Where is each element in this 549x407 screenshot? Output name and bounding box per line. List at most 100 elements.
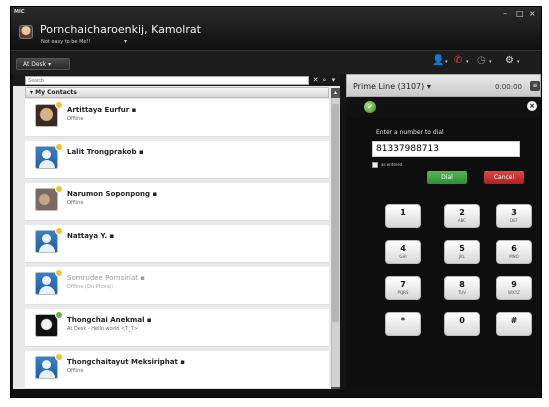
minimize-button[interactable]: –	[503, 9, 507, 18]
keypad-key[interactable]: #	[496, 312, 532, 336]
keypad-key[interactable]: 7 PQRS	[385, 276, 421, 300]
key-letters: PQRS	[397, 290, 409, 295]
keypad-key[interactable]: 4 GHI	[385, 240, 421, 264]
line-selector[interactable]: Prime Line (3107) ▾	[353, 82, 431, 91]
search-input[interactable]	[25, 76, 309, 85]
contacts-caret-icon: ▾	[445, 59, 448, 65]
key-letters: TUV	[457, 290, 467, 295]
contacts-icon[interactable]: 👤	[432, 55, 444, 66]
keypad-key[interactable]: 9 WXYZ	[496, 276, 532, 300]
contact-row[interactable]: Lalit Trongprakob ▪	[25, 141, 329, 179]
dial-number-input[interactable]: 81337988713	[372, 141, 520, 157]
search-bar: ✕ ⌕ ▾	[13, 74, 340, 86]
contact-status: At Desk - Hello world <T_T>	[67, 326, 138, 332]
key-digit: 8	[459, 280, 465, 289]
user-status-message[interactable]: Not easy to be Me!!	[41, 39, 91, 45]
presence-indicator-icon	[55, 143, 63, 151]
key-digit: 2	[459, 208, 465, 217]
status-dropdown[interactable]: At Desk ▾	[16, 58, 70, 70]
contact-avatar	[35, 188, 58, 211]
key-letters: DEF	[510, 218, 518, 223]
cancel-button[interactable]: Cancel	[484, 171, 524, 184]
clock-icon[interactable]: ◷	[477, 55, 486, 66]
line-header: Prime Line (3107) ▾ 0:00:00 ≡	[346, 74, 541, 97]
search-icon[interactable]: ⌕	[320, 76, 329, 85]
keypad-key[interactable]: 2 ABC	[444, 204, 480, 228]
status-message-caret-icon[interactable]: ▾	[124, 38, 127, 45]
as-entered-checkbox[interactable]	[372, 162, 378, 168]
contact-name: Thongchaitayut Meksiriphat ▪	[67, 358, 186, 366]
dialer-pane: Prime Line (3107) ▾ 0:00:00 ≡ ✔ × Enter …	[346, 74, 541, 397]
contact-name: Narumon Soponpong ▪	[67, 190, 158, 198]
user-name: Pornchaicharoenkij, Kamolrat	[40, 23, 201, 36]
contact-avatar	[35, 314, 58, 337]
key-letters: GHI	[399, 254, 407, 259]
keypad-key[interactable]: 1	[385, 204, 421, 228]
contact-avatar	[35, 230, 58, 253]
keypad-key[interactable]: 8 TUV	[444, 276, 480, 300]
phone-caret-icon: ▾	[466, 59, 469, 65]
contact-row[interactable]: Thongchai Anekmal ▪ At Desk - Hello world…	[25, 309, 329, 347]
presence-indicator-icon	[55, 101, 63, 109]
presence-indicator-icon	[55, 227, 63, 235]
key-digit: #	[510, 316, 518, 325]
scrollbar-thumb[interactable]	[332, 104, 339, 322]
key-digit: 3	[511, 208, 517, 217]
status-bar	[11, 389, 541, 397]
contact-status: Offline	[67, 200, 84, 206]
contact-name: Lalit Trongprakob ▪	[67, 148, 144, 156]
keypad-key[interactable]: 3 DEF	[496, 204, 532, 228]
line-menu-icon[interactable]: ≡	[530, 81, 540, 91]
clock-caret-icon: ▾	[489, 59, 492, 65]
contact-status: Offline (On Phone)	[67, 284, 114, 290]
key-digit: 0	[459, 316, 465, 325]
presence-indicator-icon	[55, 353, 63, 361]
gear-caret-icon: ▾	[517, 59, 520, 65]
key-digit: *	[400, 316, 406, 325]
key-digit: 5	[459, 244, 465, 253]
contact-avatar	[35, 272, 58, 295]
title-bar: MIC Pornchaicharoenkij, Kamolrat Not eas…	[11, 7, 541, 50]
contacts-pane: ✕ ⌕ ▾ ▾ My Contacts Artittaya Eurfur ▪ Of…	[13, 74, 340, 397]
keypad-key[interactable]: 0	[444, 312, 480, 336]
as-entered-label: as entered	[381, 162, 403, 167]
presence-indicator-icon	[55, 185, 63, 193]
contact-status: Offline	[67, 368, 84, 374]
keypad-key[interactable]: 5 JKL	[444, 240, 480, 264]
user-avatar[interactable]	[19, 25, 33, 39]
key-digit: 4	[400, 244, 406, 253]
key-letters: ABC	[457, 218, 467, 223]
clear-search-icon[interactable]: ✕	[311, 76, 320, 85]
group-header-my-contacts[interactable]: ▾ My Contacts	[25, 87, 329, 98]
contact-name: Somrudee Pornsiriat ▪	[67, 274, 146, 282]
key-digit: 9	[511, 280, 517, 289]
close-button[interactable]: ×	[529, 9, 536, 18]
toolbar: At Desk ▾ 👤 ▾ ✆ ▾ ◷ ▾ ⚙ ▾	[11, 50, 541, 74]
close-dialpad-button[interactable]: ×	[527, 101, 537, 111]
contact-row[interactable]: Somrudee Pornsiriat ▪ Offline (On Phone)	[25, 267, 329, 305]
contact-row[interactable]: Nattaya Y. ▪	[25, 225, 329, 263]
key-letters: JKL	[458, 254, 466, 259]
dial-button[interactable]: Dial	[427, 171, 467, 184]
key-letters: WXYZ	[508, 290, 520, 295]
keypad-key[interactable]: 6 MNO	[496, 240, 532, 264]
contact-status: Offline	[67, 116, 84, 122]
maximize-button[interactable]: □	[516, 9, 524, 18]
contact-name: Nattaya Y. ▪	[67, 232, 115, 240]
app-logo: MIC	[14, 9, 25, 15]
key-letters: MNO	[509, 254, 519, 259]
key-digit: 1	[400, 208, 406, 217]
contact-avatar	[35, 104, 58, 127]
phone-icon[interactable]: ✆	[454, 55, 462, 66]
search-options-icon[interactable]: ▾	[329, 76, 338, 85]
gear-icon[interactable]: ⚙	[505, 55, 514, 66]
key-digit: 7	[400, 280, 406, 289]
scroll-up-button[interactable]: ▴	[331, 88, 340, 98]
presence-indicator-icon	[55, 311, 63, 319]
keypad-key[interactable]: *	[385, 312, 421, 336]
contact-row[interactable]: Artittaya Eurfur ▪ Offline	[25, 99, 329, 137]
call-timer: 0:00:00	[495, 83, 522, 91]
contact-row[interactable]: Thongchaitayut Meksiriphat ▪ Offline	[25, 351, 329, 389]
contact-row[interactable]: Narumon Soponpong ▪ Offline	[25, 183, 329, 221]
contact-avatar	[35, 146, 58, 169]
